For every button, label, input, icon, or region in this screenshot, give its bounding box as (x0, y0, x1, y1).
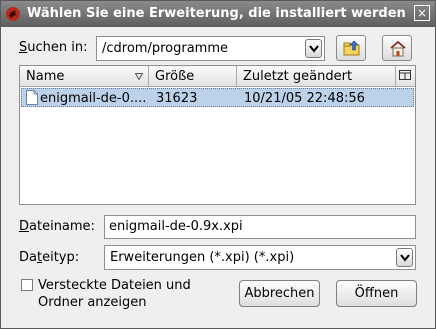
chevron-down-icon (400, 254, 410, 262)
column-header-modified[interactable]: Zuletzt geändert (237, 66, 396, 87)
home-button[interactable] (382, 35, 412, 61)
filetype-label: Dateityp: (19, 250, 80, 265)
column-header-name[interactable]: Name (20, 66, 149, 87)
cancel-button[interactable]: Abbrechen (239, 280, 320, 307)
table-row[interactable]: enigmail-de-0.... 31623 10/21/05 22:48:5… (21, 88, 414, 107)
file-name-cell: enigmail-de-0.... (40, 91, 147, 106)
chevron-down-icon (309, 45, 319, 53)
filename-value: enigmail-de-0.9x.xpi (109, 219, 243, 234)
close-button[interactable]: × (414, 5, 430, 21)
look-in-label: Suchen in: (19, 40, 88, 55)
file-size-cell: 31623 (156, 91, 198, 106)
filetype-combo[interactable]: Erweiterungen (*.xpi) (*.xpi) (104, 245, 416, 270)
title-bar[interactable]: Wählen Sie eine Erweiterung, die install… (1, 1, 435, 27)
sort-indicator-icon (135, 73, 143, 80)
mozilla-lizard-icon (6, 7, 20, 21)
open-button[interactable]: Öffnen (336, 280, 417, 307)
filename-label: Dateiname: (19, 219, 95, 234)
file-icon (26, 90, 38, 105)
filetype-value: Erweiterungen (*.xpi) (*.xpi) (110, 250, 295, 265)
home-icon (390, 40, 406, 57)
filename-input[interactable]: enigmail-de-0.9x.xpi (104, 215, 416, 239)
folder-up-button[interactable] (336, 35, 366, 61)
column-picker-icon (399, 70, 411, 80)
show-hidden-label[interactable]: Versteckte Dateien und Ordner anzeigen (38, 277, 191, 311)
close-icon: × (416, 6, 428, 20)
look-in-value: /cdrom/programme (102, 41, 228, 56)
column-picker-button[interactable] (396, 66, 415, 87)
folder-up-icon (343, 40, 360, 56)
file-list[interactable]: Name Größe Zuletzt geändert enigmail-de-… (19, 65, 416, 205)
look-in-combo[interactable]: /cdrom/programme (96, 36, 325, 61)
file-chooser-dialog: Wählen Sie eine Erweiterung, die install… (0, 0, 436, 329)
look-in-dropdown-button[interactable] (305, 39, 322, 58)
column-header-size[interactable]: Größe (149, 66, 237, 87)
file-modified-cell: 10/21/05 22:48:56 (244, 91, 365, 106)
dialog-title: Wählen Sie eine Erweiterung, die install… (27, 6, 406, 21)
show-hidden-checkbox[interactable] (21, 279, 33, 291)
filetype-dropdown-button[interactable] (396, 248, 413, 267)
